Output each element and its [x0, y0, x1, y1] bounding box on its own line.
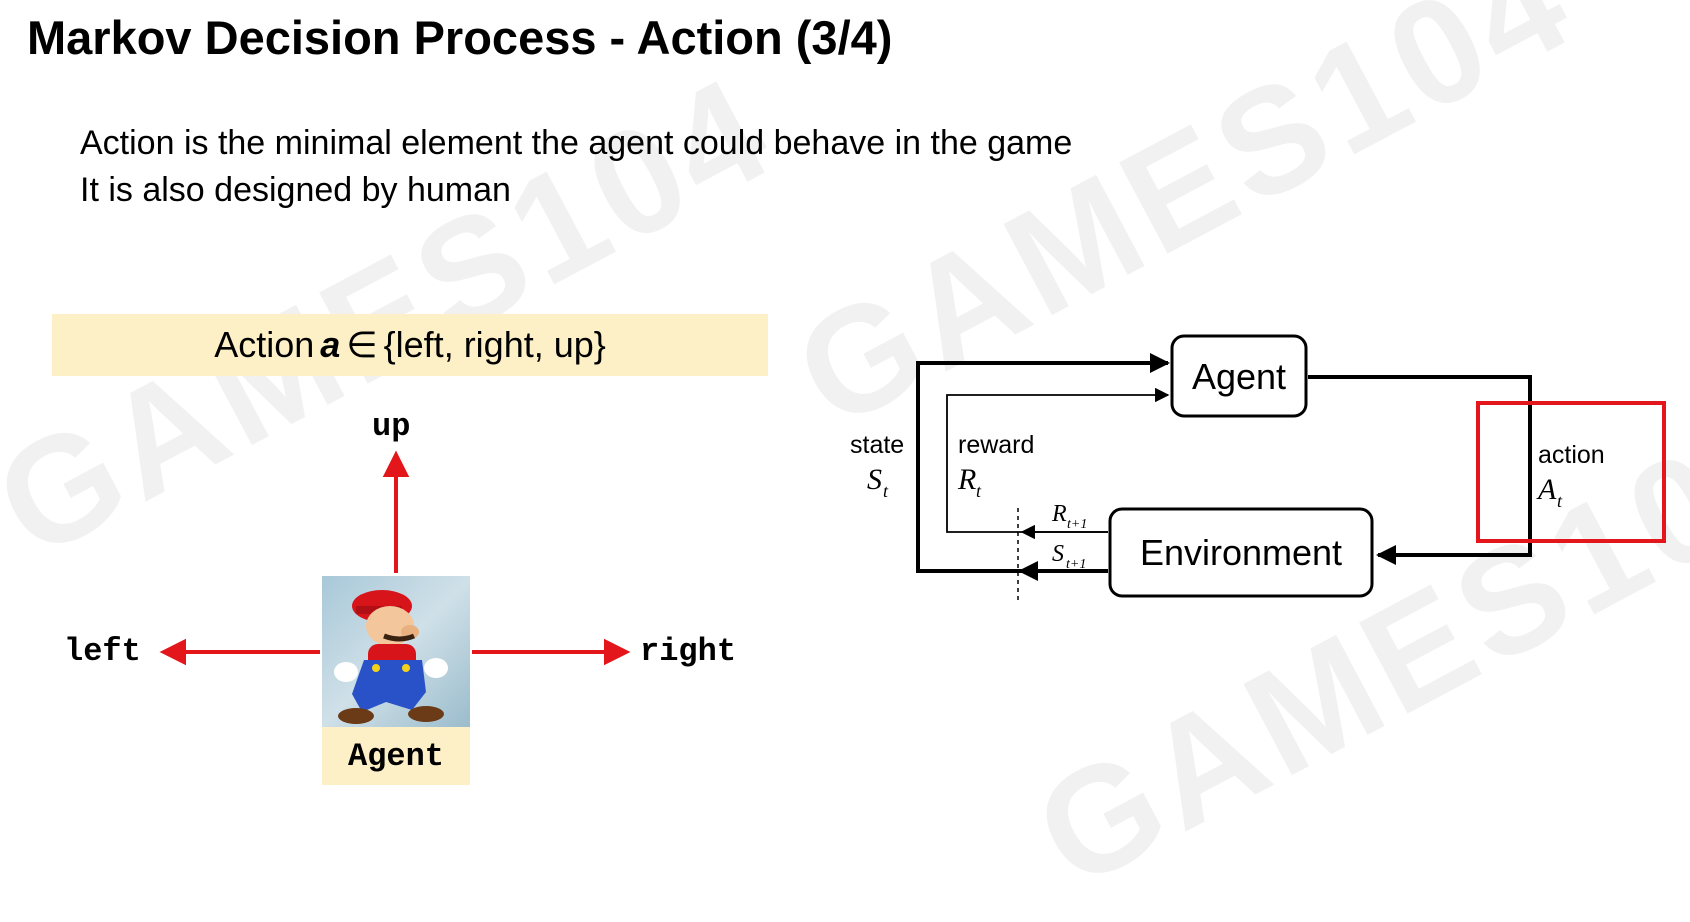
reward-subscript: t: [976, 481, 982, 501]
reward-symbol: R: [957, 463, 976, 496]
agent-node-label: Agent: [1192, 356, 1286, 397]
state-label: state: [850, 431, 904, 459]
next-reward-subscript: t+1: [1067, 517, 1087, 532]
next-state-subscript: t+1: [1066, 557, 1086, 572]
action-subscript: t: [1557, 491, 1563, 511]
rl-loop-diagram: Agent Environment state S t reward R t a…: [850, 334, 1666, 600]
environment-node-label: Environment: [1140, 532, 1342, 573]
state-subscript: t: [883, 481, 889, 501]
reward-label: reward: [958, 431, 1034, 459]
action-symbol: A: [1536, 473, 1557, 506]
next-state-symbol: S: [1052, 541, 1064, 567]
next-reward-symbol: R: [1051, 501, 1067, 527]
action-highlight-box: [1476, 401, 1666, 543]
state-symbol: S: [867, 463, 882, 496]
action-label: action: [1538, 441, 1605, 469]
